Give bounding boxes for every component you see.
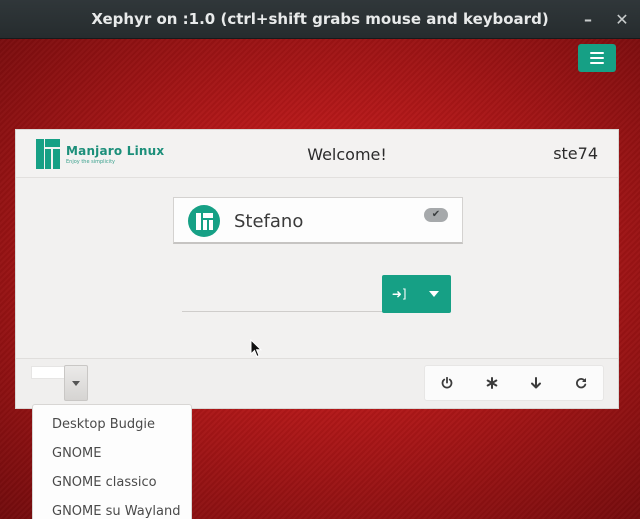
session-dropdown-button[interactable] xyxy=(64,365,88,401)
session-select[interactable] xyxy=(31,366,66,379)
session-menu: Desktop Budgie GNOME GNOME classico GNOM… xyxy=(32,404,192,519)
welcome-text: Welcome! xyxy=(307,145,387,164)
login-button-group[interactable]: ➜] xyxy=(382,275,451,313)
mouse-cursor-icon xyxy=(250,339,262,358)
power-controls xyxy=(424,365,604,401)
suspend-button[interactable] xyxy=(521,368,551,398)
login-panel: Manjaro Linux Enjoy the simplicity Welco… xyxy=(15,129,619,409)
session-option[interactable]: GNOME su Wayland xyxy=(33,497,191,519)
hamburger-icon xyxy=(590,52,604,54)
user-name: Stefano xyxy=(234,211,304,232)
password-input[interactable] xyxy=(182,276,382,310)
window-title: Xephyr on :1.0 (ctrl+shift grabs mouse a… xyxy=(91,10,549,28)
power-icon xyxy=(441,377,453,389)
check-icon: ✔ xyxy=(424,208,448,222)
chevron-down-icon xyxy=(72,380,80,386)
login-options-button[interactable] xyxy=(417,275,452,313)
sign-in-icon: ➜] xyxy=(391,287,407,301)
user-card[interactable]: Stefano ✔ xyxy=(173,197,463,244)
shutdown-button[interactable] xyxy=(432,368,462,398)
accessibility-button[interactable] xyxy=(477,368,507,398)
hostname: ste74 xyxy=(553,144,598,163)
restart-button[interactable] xyxy=(566,368,596,398)
password-underline xyxy=(182,311,382,312)
user-avatar xyxy=(188,205,220,237)
session-option[interactable]: GNOME classico xyxy=(33,468,191,497)
session-option[interactable]: Desktop Budgie xyxy=(33,410,191,439)
login-button[interactable]: ➜] xyxy=(382,275,417,313)
minimize-button[interactable]: – xyxy=(578,10,598,30)
caret-down-icon xyxy=(428,291,439,297)
asterisk-icon xyxy=(486,377,498,389)
refresh-icon xyxy=(575,378,586,389)
arrow-down-icon xyxy=(531,377,542,389)
panel-footer xyxy=(16,358,618,408)
window-titlebar: Xephyr on :1.0 (ctrl+shift grabs mouse a… xyxy=(0,0,640,39)
close-button[interactable]: ✕ xyxy=(612,10,632,30)
panel-header: Manjaro Linux Enjoy the simplicity Welco… xyxy=(16,130,618,178)
menu-button[interactable] xyxy=(578,44,616,72)
session-option[interactable]: GNOME xyxy=(33,439,191,468)
